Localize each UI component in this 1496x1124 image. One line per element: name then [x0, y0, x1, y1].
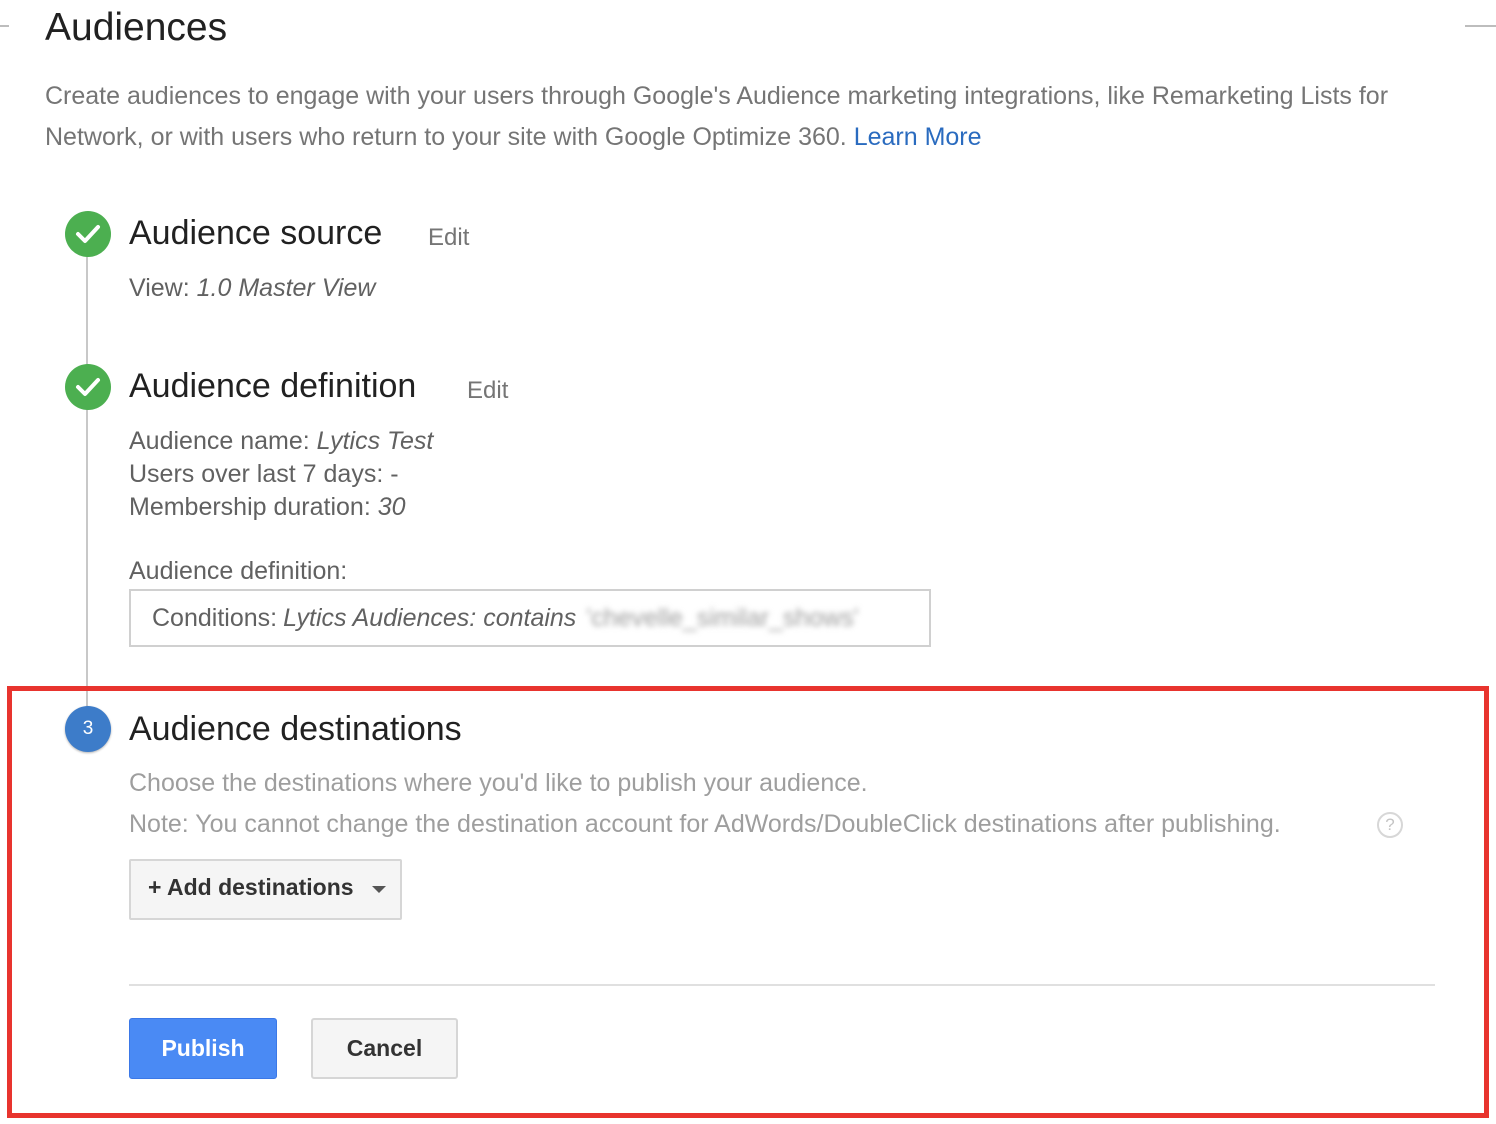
page-description-line1: Create audiences to engage with your use… [45, 82, 1389, 110]
destinations-description: Choose the destinations where you'd like… [129, 769, 868, 797]
page-description: Create audiences to engage with your use… [45, 76, 1485, 158]
learn-more-link[interactable]: Learn More [854, 123, 982, 151]
audience-name-value: Lytics Test [316, 427, 434, 455]
step-timeline-line [86, 236, 88, 716]
actions-divider [129, 984, 1435, 986]
add-destinations-button[interactable]: + Add destinations [129, 859, 402, 920]
step-title-audience-destinations: Audience destinations [129, 710, 462, 748]
audience-name-label: Audience name: [129, 427, 310, 455]
check-circle-icon [65, 211, 111, 257]
source-view: View: 1.0 Master View [129, 274, 375, 303]
publish-button[interactable]: Publish [129, 1018, 277, 1079]
audience-name: Audience name: Lytics Test [129, 427, 433, 456]
destinations-note: Note: You cannot change the destination … [129, 810, 1281, 838]
edit-audience-definition-link[interactable]: Edit [467, 377, 508, 405]
duration-value: 30 [377, 493, 406, 521]
conditions-value: Lytics Audiences: contains [283, 603, 577, 632]
cancel-button[interactable]: Cancel [311, 1018, 458, 1079]
caret-down-icon [372, 886, 386, 893]
help-circle-icon[interactable]: ? [1377, 812, 1403, 838]
source-view-label: View: [129, 274, 190, 302]
page-description-line2: Network, or with users who return to you… [45, 117, 1485, 158]
add-destinations-label: + Add destinations [148, 874, 354, 900]
users-over-last-7-days: Users over last 7 days: - [129, 460, 399, 489]
step-title-audience-source: Audience source [129, 214, 383, 252]
users-label: Users over last 7 days: [129, 460, 384, 488]
page-description-line2-text: Network, or with users who return to you… [45, 123, 847, 151]
conditions-redacted-value: 'chevelle_similar_shows' [586, 603, 859, 632]
conditions-box: Conditions: Lytics Audiences: contains '… [129, 589, 931, 647]
page-title: Audiences [45, 6, 228, 49]
users-value: - [390, 460, 399, 488]
collapse-dash-icon [1465, 25, 1496, 27]
check-circle-icon [65, 364, 111, 410]
step-title-audience-definition: Audience definition [129, 367, 417, 405]
membership-duration: Membership duration: 30 [129, 493, 406, 522]
panel-edge-left [0, 25, 9, 27]
duration-label: Membership duration: [129, 493, 371, 521]
edit-audience-source-link[interactable]: Edit [428, 224, 469, 252]
step-number-badge: 3 [65, 706, 111, 752]
conditions-label: Conditions: [152, 603, 278, 632]
audience-definition-label: Audience definition: [129, 557, 348, 585]
source-view-value: 1.0 Master View [196, 274, 376, 302]
